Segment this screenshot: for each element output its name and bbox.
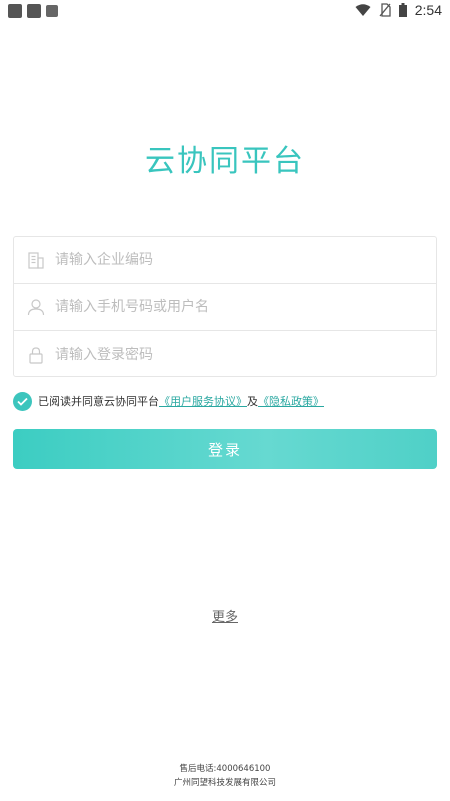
password-input[interactable] bbox=[55, 339, 415, 370]
user-icon bbox=[27, 298, 45, 316]
company-code-input[interactable] bbox=[55, 245, 415, 275]
notification-area bbox=[8, 4, 58, 18]
app-badge-icon bbox=[46, 5, 58, 17]
agreement-checkbox[interactable] bbox=[13, 391, 32, 411]
privacy-policy-link[interactable]: 《隐私政策》 bbox=[258, 393, 324, 409]
agreement-row: 已阅读并同意云协同平台 《用户服务协议》 及 《隐私政策》 bbox=[13, 391, 324, 411]
wifi-icon bbox=[355, 3, 371, 16]
battery-icon bbox=[398, 3, 407, 17]
status-icons: 2:54 bbox=[355, 2, 442, 18]
phone-input[interactable] bbox=[55, 292, 415, 322]
login-button[interactable]: 登录 bbox=[13, 429, 437, 469]
building-icon bbox=[27, 251, 45, 269]
company-name: 广州同望科技发展有限公司 bbox=[173, 778, 276, 788]
agreement-text: 已阅读并同意云协同平台 bbox=[38, 395, 159, 408]
footer: 售后电话:4000646100 广州同望科技发展有限公司 bbox=[0, 762, 450, 790]
status-bar: 2:54 bbox=[0, 0, 450, 22]
more-row: 更多 bbox=[0, 606, 450, 625]
notification-square-icon bbox=[8, 4, 22, 18]
password-field[interactable] bbox=[14, 331, 436, 378]
agreement-and: 及 bbox=[247, 395, 258, 408]
app-title: 云协同平台 bbox=[145, 144, 305, 179]
user-agreement-link[interactable]: 《用户服务协议》 bbox=[159, 393, 247, 409]
clock: 2:54 bbox=[414, 2, 442, 18]
no-sim-icon bbox=[379, 3, 391, 17]
company-code-field[interactable] bbox=[14, 237, 436, 284]
checkmark-icon bbox=[17, 397, 28, 406]
hotline-text: 售后电话:4000646100 bbox=[179, 764, 271, 774]
phone-field[interactable] bbox=[14, 284, 436, 331]
login-form bbox=[13, 236, 437, 377]
notification-square-icon bbox=[27, 4, 41, 18]
lock-icon bbox=[27, 346, 45, 364]
more-link[interactable]: 更多 bbox=[212, 610, 238, 625]
